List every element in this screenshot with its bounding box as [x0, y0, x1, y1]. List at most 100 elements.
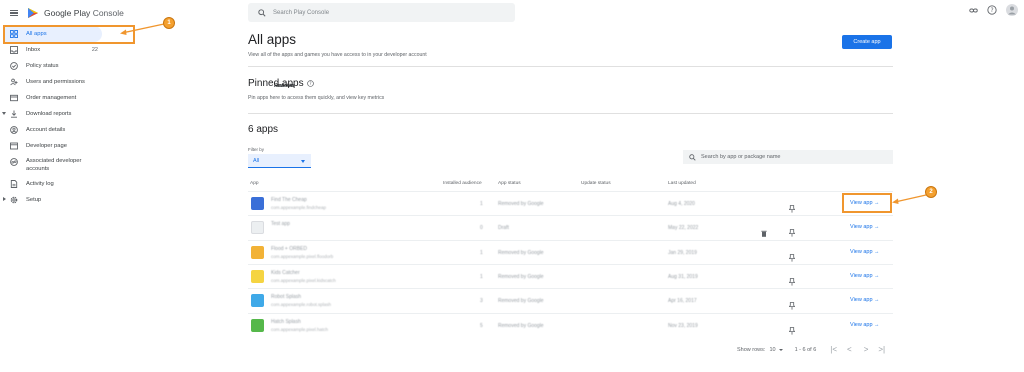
last-page-icon[interactable]: >| — [878, 345, 885, 354]
search-icon — [689, 153, 696, 161]
play-console-logo-icon — [28, 8, 38, 18]
chevron-down-icon[interactable] — [2, 112, 6, 115]
column-header-update[interactable]: Update status — [581, 181, 611, 186]
pinned-apps-title-text: Pinned apps — [248, 78, 304, 89]
column-header-updated[interactable]: Last updated — [668, 181, 696, 186]
rows-per-page-select[interactable]: 10 — [769, 347, 783, 353]
table-row[interactable]: Hatch Splash com.appexample.pixel.hatch 5 R… — [248, 312, 893, 340]
apps-count-title: 6 apps — [248, 124, 279, 135]
sidebar-item-policy-status[interactable]: Policy status — [0, 58, 136, 74]
avatar[interactable] — [1006, 4, 1018, 16]
sidebar-item-label: Policy status — [26, 63, 59, 69]
table-row[interactable]: Test app 0 Draft May 22, 2022 View app → — [248, 215, 893, 239]
next-page-icon[interactable]: > — [864, 345, 869, 354]
sidebar-item-download-reports[interactable]: Download reports — [0, 106, 136, 122]
column-header-audience[interactable]: Installed audience — [443, 181, 482, 186]
app-status: Removed by Google — [498, 201, 544, 207]
filter-select[interactable]: All — [248, 154, 311, 168]
installed-audience: 1 — [480, 273, 483, 280]
table-row[interactable]: Robot Splash com.appexample.robot.splash 3… — [248, 288, 893, 312]
view-app-button[interactable]: View app → — [850, 249, 880, 255]
help-icon[interactable]: ? — [306, 80, 314, 87]
app-search-input[interactable]: Search by app or package name — [683, 150, 893, 164]
link-circle-icon — [10, 158, 18, 166]
sidebar-item-order-management[interactable]: Order management — [0, 90, 136, 106]
chevron-down-icon — [301, 160, 305, 163]
create-app-button[interactable]: Create app — [842, 35, 892, 49]
installed-audience: 0 — [480, 225, 483, 232]
app-search-placeholder: Search by app or package name — [701, 154, 781, 160]
filter-label: Filter by — [248, 147, 265, 152]
document-icon — [10, 180, 18, 188]
callout-arrow-2 — [892, 194, 927, 204]
sidebar-item-activity-log[interactable]: Activity log — [0, 176, 136, 192]
sidebar-item-account-details[interactable]: Account details — [0, 122, 136, 138]
app-name: Flood + ORBED — [271, 245, 307, 252]
app-package: com.appexample.pixel.floodorb — [271, 253, 334, 259]
app-status: Removed by Google — [498, 298, 544, 305]
download-icon — [10, 110, 18, 118]
help-icon[interactable]: ? — [987, 5, 997, 15]
sidebar-item-label: Associated developer accounts — [26, 158, 82, 172]
view-app-button[interactable]: View app → — [850, 297, 880, 303]
sidebar-item-label: Activity log — [26, 181, 54, 187]
inbox-count-badge: 22 — [91, 47, 98, 53]
arrow-right-icon: → — [872, 297, 880, 304]
sidebar-item-users-and-permissions[interactable]: Users and permissions — [0, 74, 136, 90]
view-app-label: View app — [850, 321, 873, 328]
table-row[interactable]: Flood + ORBED com.appexample.pixel.floodo… — [248, 239, 893, 264]
last-updated: Aug 31, 2019 — [668, 273, 698, 280]
table-row[interactable]: Kids Catcher com.appexample.pixel.kidscat… — [248, 263, 893, 288]
sidebar-item-label: Inbox — [26, 47, 41, 53]
sidebar-item-label: Users and permissions — [26, 79, 85, 85]
account-circle-icon — [10, 126, 18, 134]
callout-badge-1: 1 — [163, 17, 175, 29]
sidebar-nav: All apps Inbox 22 Policy status Users and pe… — [0, 26, 295, 208]
svg-text:?: ? — [309, 81, 311, 86]
pagination: Show rows: 10 1 - 6 of 6 |< < > >| — [737, 345, 885, 354]
divider — [248, 66, 893, 67]
sidebar-item-label: Setup — [26, 197, 42, 203]
hamburger-menu-icon[interactable] — [10, 9, 18, 17]
sidebar-item-inbox[interactable]: Inbox 22 — [0, 42, 136, 58]
link-icon[interactable] — [969, 6, 978, 15]
sidebar-item-label: Download reports — [26, 111, 72, 117]
pin-icon[interactable] — [788, 322, 796, 340]
app-package: com.appexample.robot.splash — [271, 302, 332, 308]
filter-value: All — [253, 157, 260, 164]
search-input[interactable]: Search Play Console — [248, 3, 515, 22]
sidebar-item-developer-page[interactable]: Developer page — [0, 138, 136, 154]
table-row[interactable]: Find The Cheap com.appexample.findcheap 1 R… — [248, 191, 893, 215]
svg-text:?: ? — [990, 8, 993, 14]
arrow-right-icon: → — [872, 248, 880, 255]
column-header-status[interactable]: App status — [498, 181, 521, 186]
view-app-button[interactable]: View app → — [850, 224, 880, 230]
inbox-icon — [10, 46, 18, 54]
chevron-right-icon[interactable] — [3, 197, 6, 201]
app-icon — [251, 197, 264, 210]
sidebar-item-label: Account details — [26, 127, 66, 133]
sidebar-item-label: Developer page — [26, 143, 67, 149]
app-status: Removed by Google — [498, 273, 544, 280]
app-package: com.appexample.pixel.kidscatch — [271, 277, 336, 283]
app-icon — [251, 294, 264, 308]
chevron-down-icon — [778, 348, 783, 351]
view-app-button[interactable]: View app → — [850, 273, 880, 279]
last-updated: Nov 23, 2019 — [668, 322, 698, 329]
app-icon — [251, 221, 264, 235]
installed-audience: 5 — [480, 322, 483, 329]
top-icons: ? — [960, 4, 1018, 16]
brand: Google Play Console — [10, 6, 124, 20]
sidebar-item-associated-developer-accounts[interactable]: Associated developer accounts — [0, 154, 136, 176]
arrow-right-icon: → — [872, 224, 880, 231]
prev-page-icon[interactable]: < — [847, 345, 852, 354]
app-icon — [251, 318, 264, 332]
credit-card-icon — [10, 94, 18, 102]
app-name: Find The Cheap — [271, 197, 307, 203]
sidebar-item-setup[interactable]: Setup — [0, 192, 136, 208]
users-icon — [10, 78, 18, 86]
callout-badge-2: 2 — [925, 186, 937, 198]
web-page-icon — [10, 142, 18, 150]
view-app-button[interactable]: View app → — [850, 322, 880, 328]
first-page-icon[interactable]: |< — [830, 345, 837, 354]
